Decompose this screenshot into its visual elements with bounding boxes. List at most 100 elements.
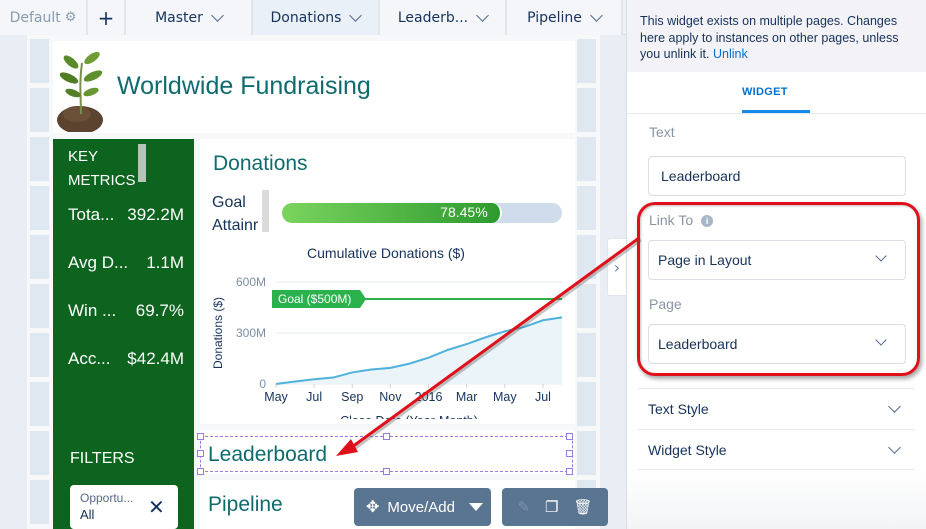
link-to-label: Link To i	[649, 212, 714, 228]
chevron-down-icon	[875, 334, 887, 346]
grid-cell	[30, 333, 49, 377]
text-input-value: Leaderboard	[661, 168, 741, 184]
plant-logo-image	[57, 51, 103, 132]
goal-progress-text: 78.45%	[440, 204, 488, 220]
scrollbar[interactable]	[262, 190, 269, 232]
resize-handle[interactable]	[197, 450, 204, 457]
chevron-down-icon[interactable]	[590, 8, 603, 22]
tab-default[interactable]: Default ⚙	[0, 0, 88, 35]
chevron-right-icon: ›	[613, 257, 621, 277]
properties-panel: This widget exists on multiple pages. Ch…	[626, 0, 926, 529]
goal-label: Goal ($500M)	[278, 292, 351, 306]
dashboard-title[interactable]: Worldwide Fundraising	[117, 72, 371, 101]
trash-icon[interactable]: 🗑	[573, 498, 592, 516]
x-tick-label: Nov	[379, 390, 402, 404]
link-to-value: Page in Layout	[658, 252, 752, 268]
panel-footer	[627, 470, 926, 529]
add-page-button[interactable]: +	[88, 0, 126, 35]
tab-widget[interactable]: WIDGET	[742, 86, 788, 98]
grid-cell	[577, 235, 596, 279]
chart-title: Cumulative Donations ($)	[307, 245, 465, 261]
metric-label: Acc...	[68, 349, 111, 368]
linked-widget-notice: This widget exists on multiple pages. Ch…	[627, 0, 926, 72]
unlink-link[interactable]: Unlink	[713, 47, 748, 61]
cumulative-donations-chart[interactable]: 0 300M 600M May Jul Sep Nov 2016 Mar May Jul Goal (…	[200, 264, 575, 419]
filter-pill-opportunity[interactable]: Opportu... All ✕	[70, 485, 178, 529]
resize-handle[interactable]	[197, 433, 204, 440]
tab-label: Leaderb...	[397, 9, 469, 26]
page-select[interactable]: Leaderboard	[648, 324, 906, 364]
metric-label: Tota...	[68, 205, 115, 224]
goal-label-line1: Goal	[212, 194, 246, 211]
x-axis-title: Close Date (Year-Month)	[340, 414, 478, 419]
filter-value: All	[80, 507, 95, 522]
notice-text: This widget exists on multiple pages. Ch…	[640, 14, 899, 61]
close-icon[interactable]: ✕	[148, 495, 165, 519]
tab-donations[interactable]: Donations	[253, 0, 380, 35]
x-tick-label: Mar	[456, 390, 478, 404]
chevron-down-icon[interactable]	[349, 8, 363, 22]
gear-icon[interactable]: ⚙	[65, 10, 77, 25]
x-tick-label: May	[264, 390, 288, 404]
text-style-section[interactable]: Text Style	[638, 388, 915, 429]
grid-cell	[577, 284, 596, 328]
x-tick-label: Jul	[535, 390, 551, 404]
grid-cell	[30, 235, 49, 279]
tab-label: Master	[155, 9, 203, 26]
resize-handle[interactable]	[383, 468, 390, 475]
grid-cell	[577, 137, 596, 181]
move-add-label: Move/Add	[387, 498, 455, 516]
grid-cell	[577, 333, 596, 377]
grid-cell	[30, 137, 49, 181]
key-metrics-heading-line2: METRICS	[68, 172, 136, 189]
move-add-button[interactable]: ✥ Move/Add	[354, 488, 491, 526]
leaderboard-link-text[interactable]: Leaderboard	[208, 443, 327, 467]
metric-label: Avg D...	[68, 253, 129, 272]
collapse-panel-button[interactable]: ›	[607, 238, 627, 296]
move-icon: ✥	[366, 499, 380, 516]
scrollbar[interactable]	[138, 144, 146, 182]
divider	[627, 113, 926, 114]
clone-icon[interactable]: ❐	[545, 498, 558, 516]
tab-pipeline[interactable]: Pipeline	[507, 0, 623, 35]
metric-value: 1.1M	[146, 253, 184, 272]
donations-widget[interactable]: Donations Goal Attainr 78.45% Cumulative…	[200, 139, 575, 424]
section-label: Text Style	[648, 401, 709, 417]
info-icon[interactable]: i	[701, 215, 714, 227]
goal-attainment-label: Goal Attainr	[212, 191, 268, 237]
metric-total[interactable]: Tota... 392.2M	[68, 205, 184, 225]
chevron-down-icon[interactable]	[476, 8, 489, 22]
y-tick-label: 300M	[236, 326, 266, 340]
resize-handle[interactable]	[566, 468, 573, 475]
page-tab-bar: Default ⚙ + Master Donations Leaderb... …	[0, 0, 626, 35]
metric-accounts[interactable]: Acc... $42.4M	[68, 349, 184, 369]
widget-actions-toolbar: ✎ ❐ 🗑	[502, 488, 608, 526]
text-field-label: Text	[649, 124, 675, 140]
link-to-select[interactable]: Page in Layout	[648, 240, 906, 280]
resize-handle[interactable]	[383, 433, 390, 440]
tab-leaderboard[interactable]: Leaderb...	[380, 0, 507, 35]
resize-handle[interactable]	[197, 468, 204, 475]
page-field-label: Page	[649, 296, 682, 312]
resize-handle[interactable]	[566, 433, 573, 440]
y-axis-title: Donations ($)	[211, 297, 225, 369]
key-metrics-heading-line1: KEY	[68, 148, 99, 165]
metric-win-rate[interactable]: Win ... 69.7%	[68, 301, 184, 321]
filter-name: Opportu...	[80, 491, 134, 505]
y-tick-label: 0	[259, 377, 266, 391]
chevron-down-icon[interactable]	[211, 8, 224, 22]
resize-handle[interactable]	[566, 450, 573, 457]
widget-style-section[interactable]: Widget Style	[638, 429, 915, 470]
x-tick-label: Jul	[306, 390, 322, 404]
pencil-icon[interactable]: ✎	[517, 498, 530, 516]
chevron-down-icon	[888, 400, 901, 413]
caret-down-icon	[468, 503, 483, 511]
donations-title: Donations	[213, 152, 308, 175]
chevron-down-icon	[888, 440, 901, 454]
tab-master[interactable]: Master	[126, 0, 253, 35]
tab-default-label: Default	[9, 9, 61, 26]
metric-avg-donation[interactable]: Avg D... 1.1M	[68, 253, 184, 273]
key-metrics-panel[interactable]: KEY METRICS Tota... 392.2M Avg D... 1.1M…	[53, 139, 194, 529]
grid-cell	[577, 186, 596, 230]
text-input[interactable]: Leaderboard	[648, 156, 906, 196]
